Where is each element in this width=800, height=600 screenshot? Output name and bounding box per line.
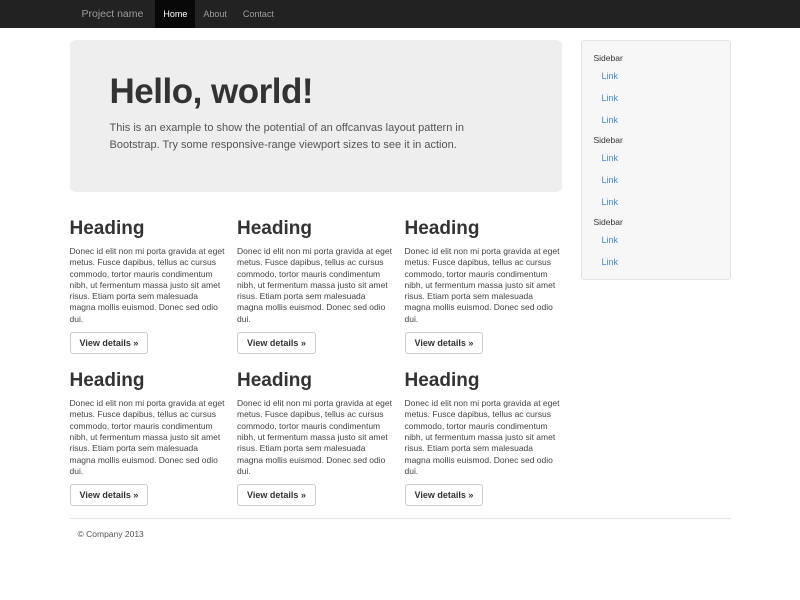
card-heading: Heading: [405, 370, 562, 391]
footer-divider: [70, 518, 731, 519]
sidebar-link[interactable]: Link: [582, 169, 730, 191]
view-details-button[interactable]: View details »: [405, 484, 484, 506]
view-details-button[interactable]: View details »: [70, 332, 149, 354]
view-details-button[interactable]: View details »: [70, 484, 149, 506]
page-title: Hello, world!: [110, 73, 522, 111]
navbar-menu: HomeAboutContact: [155, 0, 282, 28]
sidebar-link[interactable]: Link: [582, 229, 730, 251]
card-body-text: Donec id elit non mi porta gravida at eg…: [405, 398, 562, 477]
card-body-text: Donec id elit non mi porta gravida at eg…: [237, 246, 394, 325]
card-heading: Heading: [70, 218, 227, 239]
sidebar-link[interactable]: Link: [582, 191, 730, 213]
content-card: Heading Donec id elit non mi porta gravi…: [70, 192, 227, 354]
main-content: Hello, world! This is an example to show…: [70, 40, 562, 506]
content-card: Heading Donec id elit non mi porta gravi…: [237, 354, 394, 506]
card-body-text: Donec id elit non mi porta gravida at eg…: [405, 246, 562, 325]
sidebar-link[interactable]: Link: [582, 109, 730, 131]
sidebar-link[interactable]: Link: [582, 65, 730, 87]
card-heading: Heading: [70, 370, 227, 391]
sidebar-link[interactable]: Link: [582, 147, 730, 169]
sidebar-group-title: Sidebar: [582, 49, 730, 65]
page-container: Hello, world! This is an example to show…: [70, 40, 731, 539]
jumbotron: Hello, world! This is an example to show…: [70, 40, 562, 192]
card-heading: Heading: [237, 370, 394, 391]
navbar: Project name HomeAboutContact: [0, 0, 800, 28]
sidebar-group-title: Sidebar: [582, 131, 730, 147]
card-body-text: Donec id elit non mi porta gravida at eg…: [70, 398, 227, 477]
card-heading: Heading: [237, 218, 394, 239]
sidebar-link[interactable]: Link: [582, 87, 730, 109]
sidebar: SidebarLinkLinkLinkSidebarLinkLinkLinkSi…: [581, 40, 731, 280]
content-card: Heading Donec id elit non mi porta gravi…: [405, 192, 562, 354]
card-body-text: Donec id elit non mi porta gravida at eg…: [70, 246, 227, 325]
content-card: Heading Donec id elit non mi porta gravi…: [70, 354, 227, 506]
content-card: Heading Donec id elit non mi porta gravi…: [405, 354, 562, 506]
view-details-button[interactable]: View details »: [237, 484, 316, 506]
card-body-text: Donec id elit non mi porta gravida at eg…: [237, 398, 394, 477]
navbar-brand[interactable]: Project name: [70, 0, 156, 28]
nav-item-about[interactable]: About: [195, 0, 235, 28]
nav-item-home[interactable]: Home: [155, 0, 195, 28]
content-card: Heading Donec id elit non mi porta gravi…: [237, 192, 394, 354]
sidebar-group-title: Sidebar: [582, 213, 730, 229]
view-details-button[interactable]: View details »: [237, 332, 316, 354]
copyright-text: © Company 2013: [70, 529, 731, 539]
navbar-inner: Project name HomeAboutContact: [70, 0, 731, 28]
footer: © Company 2013: [70, 529, 731, 539]
card-heading: Heading: [405, 218, 562, 239]
cards-grid: Heading Donec id elit non mi porta gravi…: [70, 192, 562, 506]
jumbotron-description: This is an example to show the potential…: [110, 120, 522, 153]
view-details-button[interactable]: View details »: [405, 332, 484, 354]
nav-item-contact[interactable]: Contact: [235, 0, 282, 28]
main-row: Hello, world! This is an example to show…: [70, 40, 731, 506]
sidebar-link[interactable]: Link: [582, 251, 730, 273]
